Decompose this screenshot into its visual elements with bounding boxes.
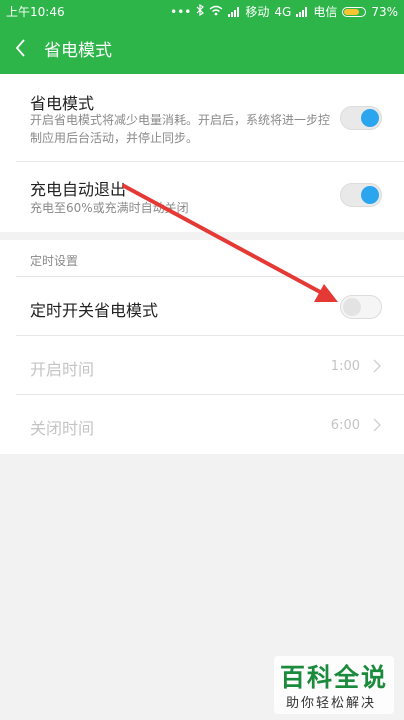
auto-exit-row[interactable]: 充电自动退出 充电至60%或充满时自动关闭 bbox=[0, 162, 404, 232]
carrier-2: 电信 bbox=[313, 5, 338, 19]
status-icons: ••• 移动 4G 电信 73% bbox=[170, 3, 398, 20]
end-time-value: 6:00 bbox=[330, 418, 360, 433]
auto-exit-description: 充电至60%或充满时自动关闭 bbox=[30, 201, 189, 215]
end-time-row[interactable]: 关闭时间 6:00 bbox=[0, 395, 404, 453]
end-time-label: 关闭时间 bbox=[30, 419, 95, 438]
signal-icon bbox=[228, 6, 240, 17]
schedule-toggle-row[interactable]: 定时开关省电模式 bbox=[0, 277, 404, 335]
network-type: 4G bbox=[274, 4, 292, 19]
power-settings-card: 省电模式 开启省电模式将减少电量消耗。开启后，系统将进一步控制应用后台活动，并停… bbox=[0, 74, 404, 232]
chevron-right-icon bbox=[373, 359, 381, 373]
chevron-right-icon bbox=[373, 418, 381, 432]
signal-icon bbox=[296, 6, 308, 17]
toolbar: 省电模式 bbox=[0, 22, 404, 74]
auto-exit-title: 充电自动退出 bbox=[30, 180, 127, 199]
watermark-main: 百科全说 bbox=[280, 663, 389, 692]
status-bar: 上午10:46 ••• 移动 4G 电信 73% bbox=[0, 0, 404, 22]
back-button[interactable] bbox=[14, 35, 34, 61]
power-saving-row[interactable]: 省电模式 开启省电模式将减少电量消耗。开启后，系统将进一步控制应用后台活动，并停… bbox=[0, 74, 404, 160]
page-title: 省电模式 bbox=[44, 41, 112, 61]
status-time: 上午10:46 bbox=[6, 5, 65, 19]
start-time-value: 1:00 bbox=[330, 359, 360, 374]
battery-icon bbox=[342, 6, 367, 17]
power-saving-switch[interactable] bbox=[340, 106, 382, 130]
auto-exit-switch[interactable] bbox=[340, 183, 382, 207]
power-saving-description: 开启省电模式将减少电量消耗。开启后，系统将进一步控制应用后台活动，并停止同步。 bbox=[30, 113, 331, 145]
chevron-left-icon bbox=[15, 39, 25, 57]
bluetooth-icon bbox=[196, 3, 205, 19]
schedule-card: 定时开关省电模式 开启时间 1:00 关闭时间 6:00 bbox=[0, 240, 404, 454]
more-dots-icon: ••• bbox=[170, 4, 192, 19]
schedule-toggle-switch[interactable] bbox=[340, 295, 382, 319]
watermark-sub: 助你轻松解决 bbox=[286, 696, 377, 711]
schedule-section-header: 定时设置 bbox=[30, 254, 79, 268]
start-time-label: 开启时间 bbox=[30, 360, 95, 379]
battery-percent: 73% bbox=[371, 4, 398, 19]
carrier-1: 移动 bbox=[245, 5, 270, 19]
watermark-logo: 百科全说 助你轻松解决 bbox=[274, 656, 394, 714]
start-time-row[interactable]: 开启时间 1:00 bbox=[0, 336, 404, 394]
wifi-icon bbox=[209, 5, 223, 19]
schedule-toggle-title: 定时开关省电模式 bbox=[30, 301, 159, 320]
